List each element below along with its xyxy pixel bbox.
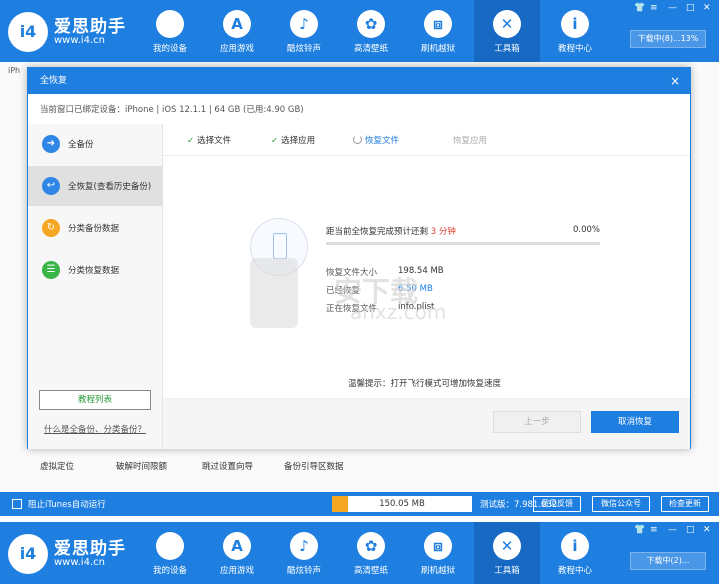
tutorial-list-button[interactable]: 教程列表 xyxy=(39,390,151,410)
tip-text: 温馨提示：打开飞行模式可增加恢复速度 xyxy=(348,379,502,389)
dialog-close-icon[interactable]: × xyxy=(670,68,680,94)
nav-my-device[interactable]: 我的设备 xyxy=(137,522,203,584)
box-icon: ⧈ xyxy=(424,10,452,38)
progress-bar xyxy=(326,242,600,245)
brand-url: www.i4.cn xyxy=(54,557,105,568)
shirt-icon[interactable]: 👕 xyxy=(634,3,645,13)
tool-skip-setup[interactable]: 跳过设置向导 xyxy=(202,460,253,472)
backup-category-icon: ↻ xyxy=(42,219,60,237)
flower-icon: ✿ xyxy=(357,10,385,38)
status-bar: 阻止iTunes自动运行 150.05 MB 测试版：7.981.032 意见反… xyxy=(0,492,719,516)
restore-category-icon: ☰ xyxy=(42,261,60,279)
nav-wallpapers[interactable]: ✿ 高清壁纸 xyxy=(338,522,404,584)
sidebar-item-category-restore[interactable]: ☰ 分类恢复数据 xyxy=(28,250,163,290)
sidebar-item-category-backup[interactable]: ↻ 分类备份数据 xyxy=(28,208,163,248)
i4-logo: i4 xyxy=(8,534,48,574)
watermark-shield-icon xyxy=(250,258,298,328)
check-icon: ✓ xyxy=(271,136,279,146)
nav-ringtones[interactable]: ♪ 酷炫铃声 xyxy=(271,0,337,62)
minimize-icon[interactable]: — xyxy=(668,3,677,13)
nav-my-device[interactable]: 我的设备 xyxy=(137,0,203,62)
shirt-icon[interactable]: 👕 xyxy=(634,525,645,535)
progress-label: 距当前全恢复完成预计还剩 3 分钟 xyxy=(326,227,456,237)
cancel-restore-button[interactable]: 取消恢复 xyxy=(591,411,679,433)
appstore-icon: A xyxy=(223,532,251,560)
progress-percent: 0.00% xyxy=(573,225,601,235)
tool-backup-boot[interactable]: 备份引导区数据 xyxy=(284,460,344,472)
nav-flash-jailbreak[interactable]: ⧈ 刷机越狱 xyxy=(405,522,471,584)
nav-apps-games[interactable]: A 应用游戏 xyxy=(204,0,270,62)
second-app-header: i4 爱思助手 www.i4.cn 我的设备 A 应用游戏 ♪ 酷炫铃声 ✿ 高清壁纸… xyxy=(0,522,719,584)
brand-url: www.i4.cn xyxy=(54,35,105,46)
download-progress-button[interactable]: 下载中(8)...13% xyxy=(630,30,706,48)
arrow-right-icon: ➜ xyxy=(42,135,60,153)
arrow-back-icon: ↩ xyxy=(42,177,60,195)
nav-apps-games[interactable]: A 应用游戏 xyxy=(204,522,270,584)
bell-icon: ♪ xyxy=(290,532,318,560)
background-tab[interactable]: iPh xyxy=(8,66,20,75)
download-progress-button[interactable]: 下载中(2)... xyxy=(630,552,706,570)
watermark-url: anxz.com xyxy=(350,300,447,324)
full-restore-dialog: 全恢复 × 当前窗口已绑定设备：iPhone | iOS 12.1.1 | 64… xyxy=(27,67,691,449)
minimize-icon[interactable]: — xyxy=(668,525,677,535)
sidebar-item-full-restore[interactable]: ↩ 全恢复(查看历史备份) xyxy=(28,166,163,206)
remaining-time: 3 分钟 xyxy=(430,227,456,237)
block-itunes-checkbox[interactable] xyxy=(12,499,22,509)
feedback-button[interactable]: 意见反馈 xyxy=(533,496,581,512)
apple-icon xyxy=(156,532,184,560)
tools-icon: ✕ xyxy=(493,532,521,560)
close-icon[interactable]: ✕ xyxy=(703,525,711,535)
maximize-icon[interactable]: □ xyxy=(686,3,695,13)
brand-name: 爱思助手 xyxy=(54,17,126,37)
nav-wallpapers[interactable]: ✿ 高清壁纸 xyxy=(338,0,404,62)
previous-step-button[interactable]: 上一步 xyxy=(493,411,581,433)
nav-tutorials[interactable]: i 教程中心 xyxy=(542,522,608,584)
dialog-title: 全恢复 xyxy=(28,68,690,94)
i4-logo: i4 xyxy=(8,12,48,52)
menu-icon[interactable]: ≡ xyxy=(650,525,658,535)
flower-icon: ✿ xyxy=(357,532,385,560)
step-select-files: ✓ 选择文件 xyxy=(187,136,232,146)
restore-steps: ✓ 选择文件 ✓ 选择应用 恢复文件 恢复应用 xyxy=(163,124,690,156)
wechat-button[interactable]: 微信公众号 xyxy=(592,496,650,512)
tool-virtual-location[interactable]: 虚拟定位 xyxy=(40,460,74,472)
info-icon: i xyxy=(561,532,589,560)
dialog-footer: 上一步 取消恢复 xyxy=(163,398,690,449)
maximize-icon[interactable]: □ xyxy=(686,525,695,535)
spinner-icon xyxy=(353,135,362,144)
apple-icon xyxy=(156,10,184,38)
step-restore-apps: 恢复应用 xyxy=(453,136,488,146)
tools-icon: ✕ xyxy=(493,10,521,38)
what-is-backup-link[interactable]: 什么是全备份、分类备份？ xyxy=(44,423,146,435)
bell-icon: ♪ xyxy=(290,10,318,38)
sidebar-item-full-backup[interactable]: ➜ 全备份 xyxy=(28,124,163,164)
step-select-apps: ✓ 选择应用 xyxy=(271,136,316,146)
storage-indicator: 150.05 MB xyxy=(332,496,472,512)
check-icon: ✓ xyxy=(187,136,195,146)
menu-icon[interactable]: ≡ xyxy=(650,3,658,13)
app-header: i4 爱思助手 www.i4.cn 我的设备 A 应用游戏 ♪ 酷炫铃声 ✿ 高清壁纸… xyxy=(0,0,719,62)
tool-crack-time-limit[interactable]: 破解时间限额 xyxy=(116,460,167,472)
nav-flash-jailbreak[interactable]: ⧈ 刷机越狱 xyxy=(405,0,471,62)
info-icon: i xyxy=(561,10,589,38)
nav-tutorials[interactable]: i 教程中心 xyxy=(542,0,608,62)
brand-name: 爱思助手 xyxy=(54,539,126,559)
nav-toolbox[interactable]: ✕ 工具箱 xyxy=(474,522,540,584)
device-info: 当前窗口已绑定设备：iPhone | iOS 12.1.1 | 64 GB (已… xyxy=(40,105,304,115)
block-itunes-label[interactable]: 阻止iTunes自动运行 xyxy=(28,498,106,510)
appstore-icon: A xyxy=(223,10,251,38)
nav-ringtones[interactable]: ♪ 酷炫铃声 xyxy=(271,522,337,584)
box-icon: ⧈ xyxy=(424,532,452,560)
nav-toolbox[interactable]: ✕ 工具箱 xyxy=(474,0,540,62)
step-restore-files: 恢复文件 xyxy=(353,134,399,146)
close-icon[interactable]: ✕ xyxy=(703,3,711,13)
check-update-button[interactable]: 检查更新 xyxy=(661,496,709,512)
